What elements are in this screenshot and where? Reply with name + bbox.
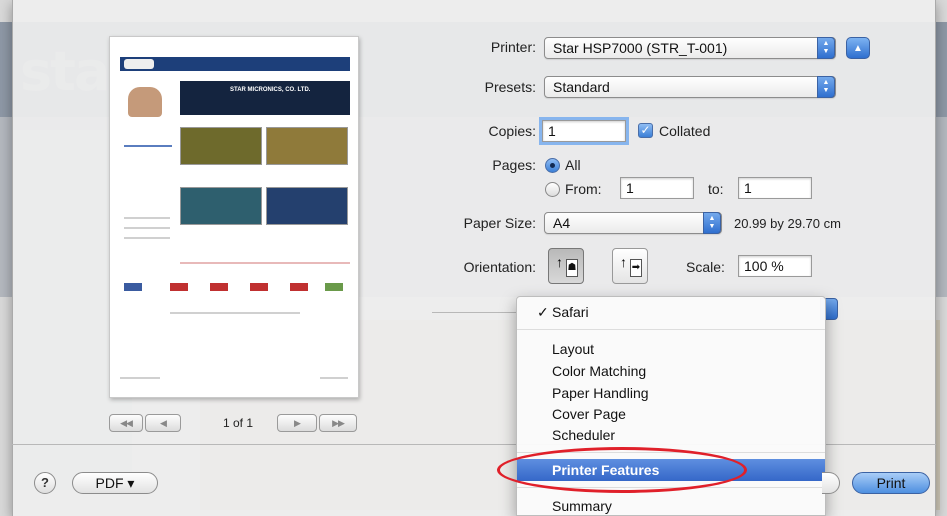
collated-label: Collated bbox=[659, 123, 711, 139]
last-page-button[interactable]: ▶▶ bbox=[319, 414, 357, 432]
preview-logo bbox=[124, 59, 154, 69]
portrait-icon: ☗ bbox=[566, 259, 578, 277]
landscape-orientation-button[interactable]: ↑ ➡ bbox=[612, 248, 648, 284]
menu-item-paper-handling[interactable]: Paper Handling bbox=[517, 382, 825, 404]
preview-text-line bbox=[124, 237, 170, 239]
checkmark-icon: ✓ bbox=[537, 304, 549, 320]
menu-item-color-matching[interactable]: Color Matching bbox=[517, 360, 825, 382]
portrait-orientation-button[interactable]: ↑ ☗ bbox=[548, 248, 584, 284]
paper-size-select[interactable]: A4 ▲ ▼ bbox=[544, 212, 722, 234]
presets-label: Presets: bbox=[484, 79, 536, 95]
details-disclosure-button[interactable]: ▲ bbox=[846, 37, 870, 59]
presets-select[interactable]: Standard ▲ ▼ bbox=[544, 76, 836, 98]
pages-from-input[interactable]: 1 bbox=[620, 177, 694, 199]
preview-pager: ◀◀ ◀ 1 of 1 ▶ ▶▶ bbox=[109, 414, 361, 434]
annotation-highlight-ellipse bbox=[497, 447, 747, 493]
pages-label: Pages: bbox=[492, 157, 536, 173]
scale-input[interactable]: 100 % bbox=[738, 255, 812, 277]
menu-item-safari[interactable]: ✓ Safari bbox=[517, 301, 825, 323]
preview-footer-logo bbox=[124, 283, 142, 291]
disclosure-icon: ▲ bbox=[853, 42, 863, 54]
previous-page-icon: ◀ bbox=[160, 417, 167, 428]
preview-image-1 bbox=[180, 127, 262, 165]
pages-to-label: to: bbox=[708, 181, 724, 197]
next-page-button[interactable]: ▶ bbox=[277, 414, 317, 432]
print-button[interactable]: Print bbox=[852, 472, 930, 494]
preview-footer-logo bbox=[170, 283, 188, 291]
preview-header-bar bbox=[120, 57, 350, 71]
next-page-icon: ▶ bbox=[294, 417, 301, 428]
print-preview-page: STAR MICRONICS, CO. LTD. bbox=[109, 36, 359, 398]
stepper-icon: ▲ ▼ bbox=[703, 212, 721, 234]
pages-to-input[interactable]: 1 bbox=[738, 177, 812, 199]
up-arrow-icon: ↑ bbox=[556, 254, 563, 270]
preview-link-line bbox=[180, 262, 350, 264]
preview-footer-logo bbox=[250, 283, 268, 291]
pages-from-label: From: bbox=[565, 181, 602, 197]
preview-banner-text: STAR MICRONICS, CO. LTD. bbox=[230, 87, 311, 93]
pages-all-radio[interactable] bbox=[545, 158, 560, 173]
preview-footer-text bbox=[120, 377, 160, 379]
orientation-label: Orientation: bbox=[463, 259, 536, 275]
menu-item-cover-page[interactable]: Cover Page bbox=[517, 403, 825, 425]
copies-input[interactable]: 1 bbox=[542, 120, 626, 142]
preview-footer-logo bbox=[325, 283, 343, 291]
preview-footer-logo bbox=[210, 283, 228, 291]
up-arrow-icon: ↑ bbox=[620, 254, 627, 270]
presets-value: Standard bbox=[553, 79, 610, 95]
menu-item-label: Safari bbox=[552, 304, 589, 320]
first-page-button[interactable]: ◀◀ bbox=[109, 414, 143, 432]
paper-size-value: A4 bbox=[553, 215, 571, 231]
pdf-menu-button[interactable]: PDF ▾ bbox=[72, 472, 158, 494]
scale-label: Scale: bbox=[686, 259, 725, 275]
paper-dimensions: 20.99 by 29.70 cm bbox=[734, 216, 841, 231]
printer-label: Printer: bbox=[490, 39, 536, 55]
printer-value: Star HSP7000 (STR_T-001) bbox=[553, 40, 728, 56]
preview-image-3 bbox=[180, 187, 262, 225]
preview-banner: STAR MICRONICS, CO. LTD. bbox=[180, 81, 350, 115]
help-button[interactable]: ? bbox=[34, 472, 56, 494]
menu-item-layout[interactable]: Layout bbox=[517, 338, 825, 360]
preview-image-2 bbox=[266, 127, 348, 165]
pages-all-label: All bbox=[565, 157, 581, 173]
check-icon: ✓ bbox=[640, 123, 651, 137]
page-indicator: 1 of 1 bbox=[223, 416, 254, 430]
printer-select[interactable]: Star HSP7000 (STR_T-001) ▲ ▼ bbox=[544, 37, 836, 59]
stepper-icon: ▲ ▼ bbox=[817, 76, 835, 98]
menu-item-scheduler[interactable]: Scheduler bbox=[517, 424, 825, 446]
menu-separator bbox=[517, 329, 825, 330]
preview-text-line bbox=[170, 312, 300, 314]
pages-range-radio[interactable] bbox=[545, 182, 560, 197]
preview-image-4 bbox=[266, 187, 348, 225]
previous-page-button[interactable]: ◀ bbox=[145, 414, 181, 432]
landscape-icon: ➡ bbox=[630, 259, 642, 277]
preview-text-line bbox=[124, 227, 170, 229]
preview-contact-photo bbox=[128, 87, 162, 117]
preview-sidebar-line bbox=[124, 145, 172, 147]
copies-label: Copies: bbox=[488, 123, 536, 139]
preview-text-line bbox=[124, 217, 170, 219]
paper-size-label: Paper Size: bbox=[463, 215, 536, 231]
preview-footer-logo bbox=[290, 283, 308, 291]
panel-divider bbox=[432, 312, 516, 313]
stepper-icon: ▲ ▼ bbox=[817, 37, 835, 59]
menu-item-summary[interactable]: Summary bbox=[517, 495, 825, 516]
preview-footer-text bbox=[320, 377, 348, 379]
last-page-icon: ▶▶ bbox=[332, 417, 345, 428]
first-page-icon: ◀◀ bbox=[120, 417, 133, 428]
collated-checkbox[interactable]: ✓ bbox=[638, 123, 653, 138]
